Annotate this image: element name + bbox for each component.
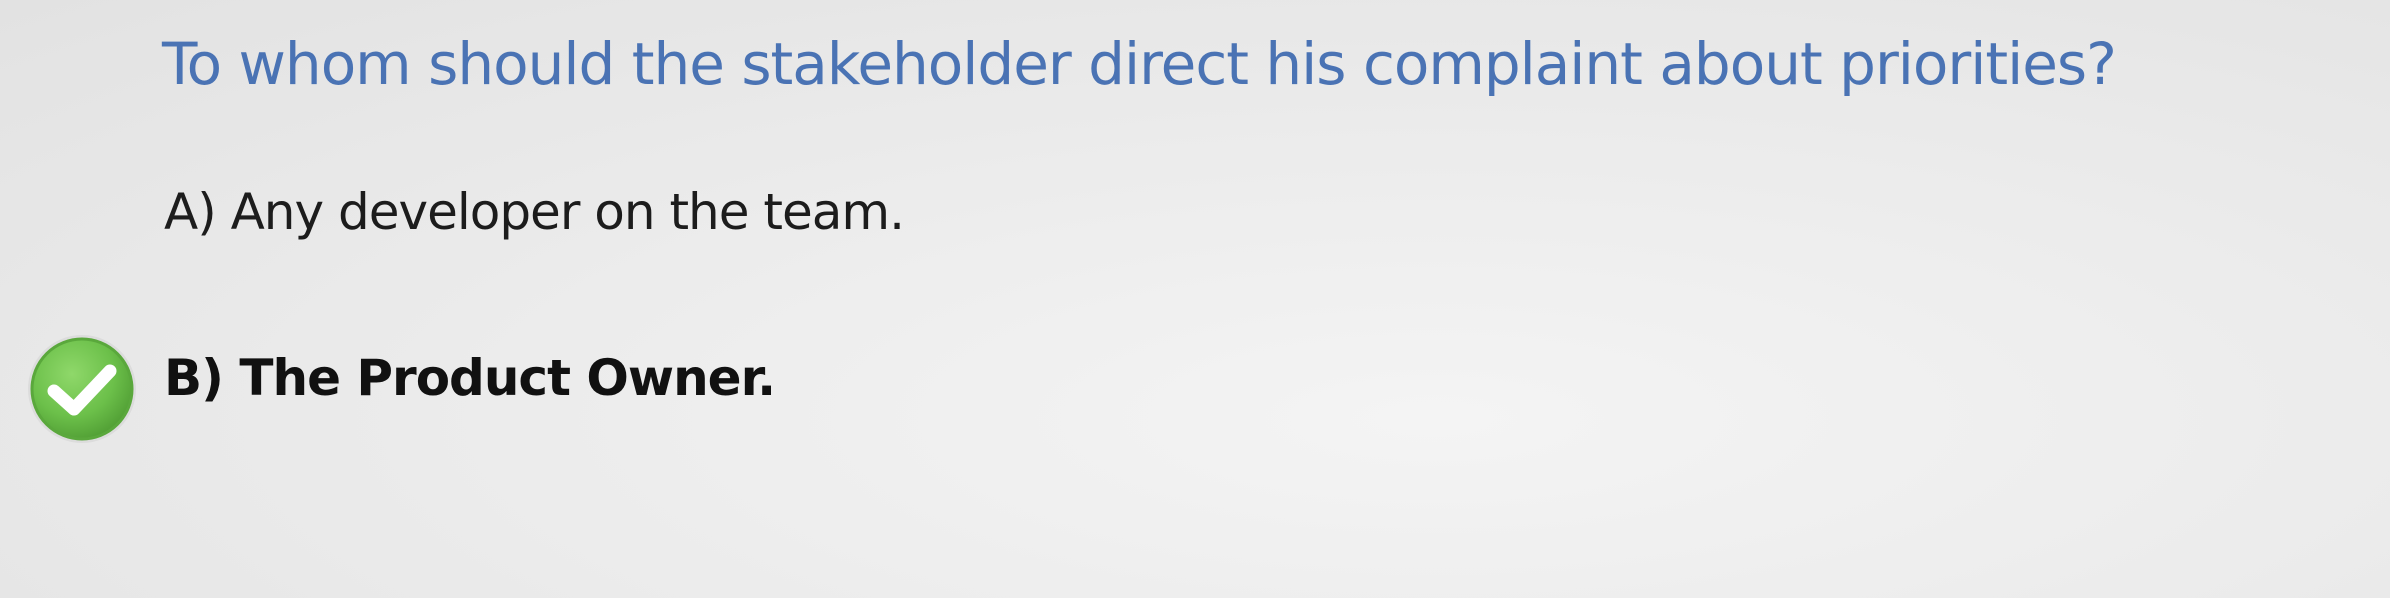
answer-option-a: A) Any developer on the team. bbox=[164, 183, 905, 241]
checkmark-circle-icon bbox=[28, 335, 136, 443]
quiz-slide: To whom should the stakeholder direct hi… bbox=[0, 0, 2390, 598]
answer-option-b: B) The Product Owner. bbox=[164, 349, 776, 407]
question-text: To whom should the stakeholder direct hi… bbox=[162, 30, 2117, 98]
